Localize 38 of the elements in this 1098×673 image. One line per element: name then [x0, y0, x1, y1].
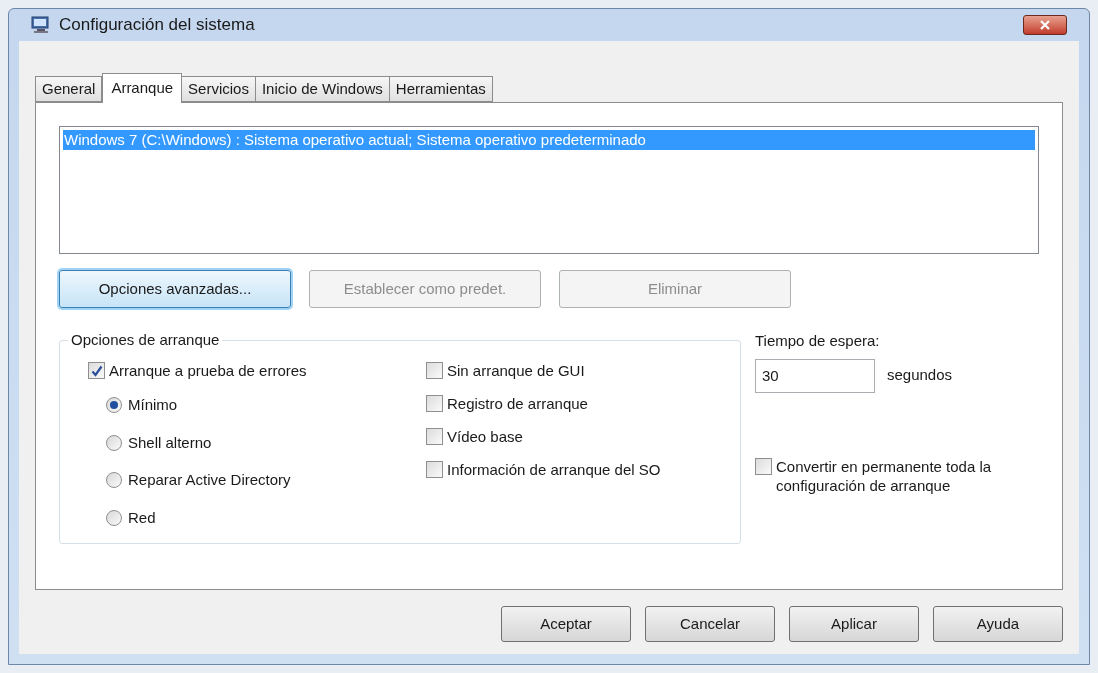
dialog-button[interactable]: Aplicar	[789, 606, 919, 642]
computer-icon	[31, 16, 51, 34]
checkbox-label: Vídeo base	[447, 427, 523, 446]
list-button[interactable]: Opciones avanzadas...	[59, 270, 291, 308]
checkbox[interactable]	[426, 428, 443, 445]
radio-label: Shell alterno	[128, 432, 212, 453]
checkbox-label: Convertir en permanente toda la configuración de arranque	[776, 456, 993, 495]
radio-button[interactable]	[106, 472, 122, 489]
radio-button[interactable]	[106, 434, 122, 451]
checkbox[interactable]	[426, 395, 443, 412]
checkbox-label: Arranque a prueba de errores	[109, 361, 307, 380]
checkbox[interactable]	[426, 362, 443, 379]
radio-button[interactable]	[106, 509, 122, 526]
radio-label: Red	[128, 507, 156, 528]
tab[interactable]: Inicio de Windows	[255, 76, 390, 102]
close-button[interactable]	[1023, 15, 1067, 35]
checkbox-label: Sin arranque de GUI	[447, 361, 585, 380]
dialog-button[interactable]: Ayuda	[933, 606, 1063, 642]
radio-label: Mínimo	[128, 395, 178, 415]
tab[interactable]: Herramientas	[389, 76, 493, 102]
checkmark-icon	[90, 364, 103, 377]
radio-button[interactable]	[106, 397, 122, 414]
tab[interactable]: Arranque	[102, 73, 183, 103]
checkbox[interactable]	[755, 457, 772, 475]
checkbox[interactable]	[426, 461, 443, 478]
checkbox-label: Información de arranque del SO	[447, 460, 661, 479]
timeout-unit: segundos	[887, 365, 953, 386]
checkbox-label: Registro de arranque	[447, 394, 588, 413]
timeout-field[interactable]: 30	[755, 358, 875, 393]
dialog-button[interactable]: Aceptar	[501, 606, 631, 642]
tab[interactable]: Servicios	[182, 76, 256, 102]
dialog-button[interactable]: Cancelar	[645, 606, 775, 642]
close-icon	[1040, 20, 1050, 30]
window-title: Configuración del sistema	[59, 14, 255, 37]
radio-label: Reparar Active Directory	[128, 470, 291, 490]
timeout-label: Tiempo de espera:	[755, 331, 881, 351]
tab[interactable]: General	[35, 76, 103, 102]
checkbox[interactable]	[88, 362, 105, 379]
